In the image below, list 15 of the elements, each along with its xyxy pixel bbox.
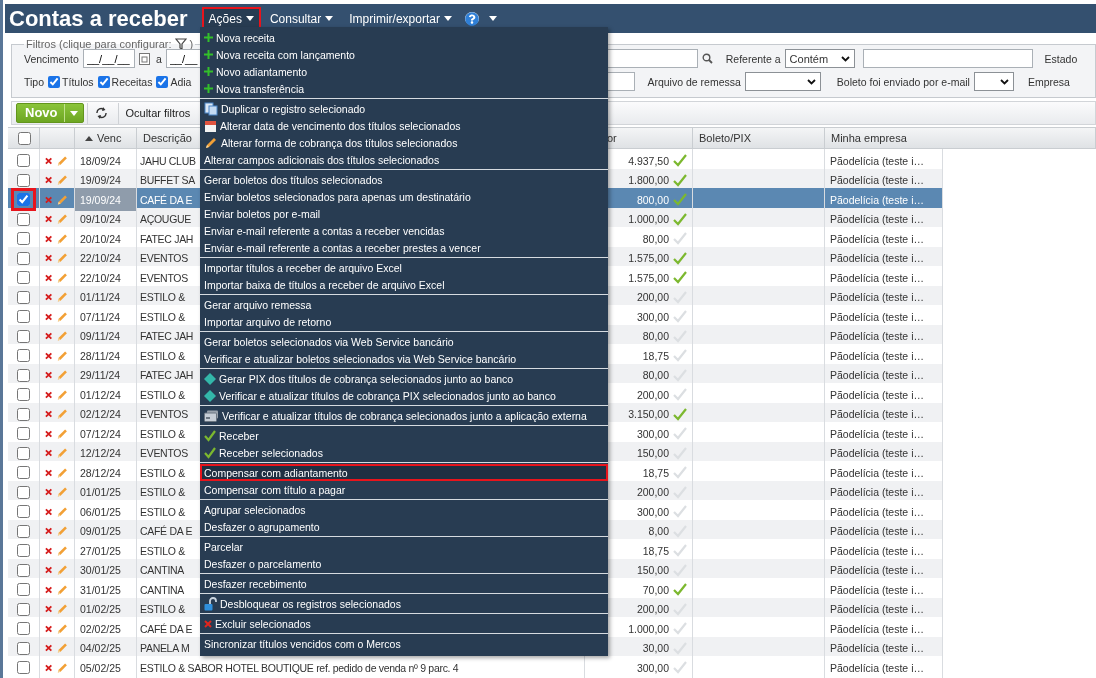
table-cell: 05/02/25 <box>75 656 137 678</box>
estado-label: Estado <box>1044 52 1078 65</box>
email-label: Boleto foi enviado por e-mail <box>836 75 970 88</box>
table-cell: 19/09/24 <box>75 188 137 211</box>
type-label: Títulos <box>62 75 94 88</box>
range-separator: a <box>155 52 162 65</box>
empresa-label: Empresa <box>1027 75 1070 88</box>
tipo-label: Tipo <box>24 75 45 88</box>
table-cell: Pãodelícia (teste i… <box>825 656 943 678</box>
type-label: Adia <box>170 75 192 88</box>
due-label: Vencimento <box>24 52 79 65</box>
remessa-label: Arquivo de remessa <box>647 75 741 88</box>
type-label: Receitas <box>111 75 153 88</box>
referente-label: Referente a <box>725 52 781 65</box>
page-title: Contas a receber <box>9 5 188 32</box>
